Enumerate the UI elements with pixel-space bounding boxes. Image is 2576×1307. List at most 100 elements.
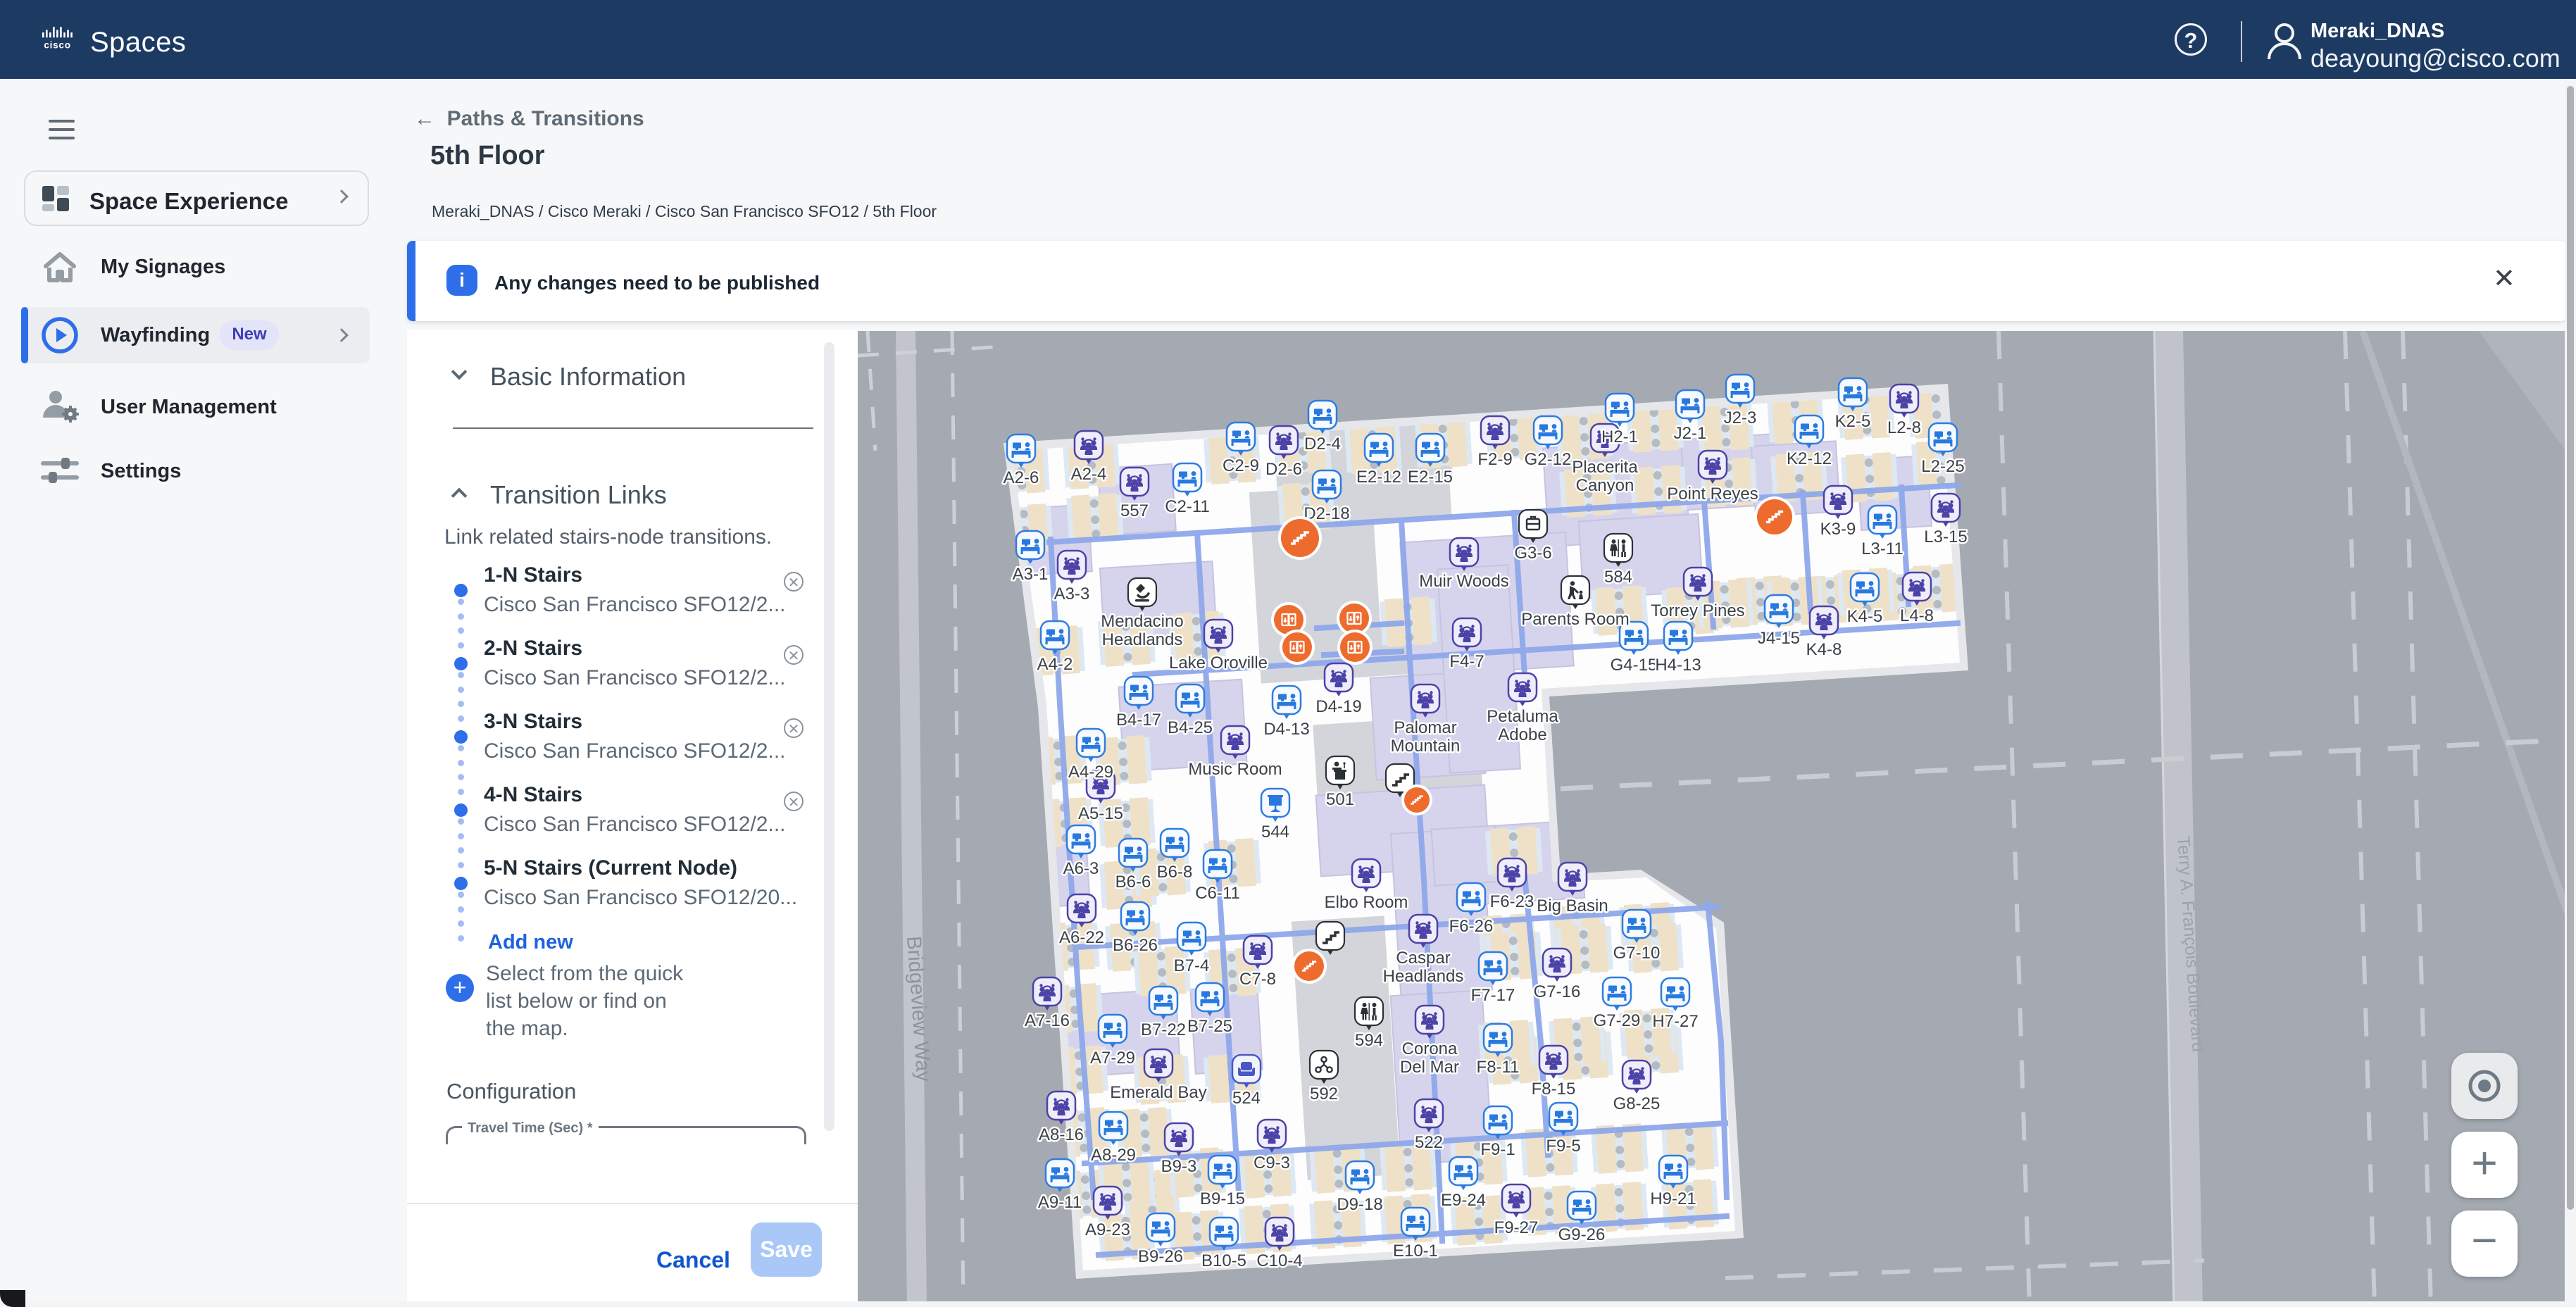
svg-text:C2-11: C2-11 [1165,497,1210,516]
svg-text:B6-8: B6-8 [1157,863,1193,882]
svg-text:A3-3: A3-3 [1054,584,1090,604]
svg-text:B4-25: B4-25 [1168,718,1213,737]
svg-text:K2-12: K2-12 [1787,449,1832,468]
svg-text:G2-12: G2-12 [1525,450,1572,469]
svg-text:K4-5: K4-5 [1847,607,1883,626]
svg-text:Lake Oroville: Lake Oroville [1169,654,1268,673]
svg-text:L3-11: L3-11 [1861,539,1903,558]
svg-text:Mountain: Mountain [1391,737,1461,756]
svg-text:G7-16: G7-16 [1534,982,1581,1001]
svg-text:C7-8: C7-8 [1239,970,1276,989]
svg-text:F8-15: F8-15 [1532,1080,1576,1099]
svg-text:B9-15: B9-15 [1200,1189,1245,1208]
svg-text:Music Room: Music Room [1188,760,1282,779]
svg-text:Headlands: Headlands [1102,630,1183,649]
svg-text:D2-4: D2-4 [1304,434,1341,454]
svg-text:Caspar: Caspar [1396,949,1450,968]
svg-text:D2-6: D2-6 [1265,460,1302,479]
svg-text:E10-1: E10-1 [1393,1242,1438,1261]
svg-text:Palomar: Palomar [1394,718,1456,737]
svg-text:H4-13: H4-13 [1655,656,1701,675]
svg-text:Elbo Room: Elbo Room [1325,893,1408,912]
svg-text:F7-17: F7-17 [1471,986,1515,1005]
svg-text:A8-16: A8-16 [1039,1125,1084,1144]
svg-text:A2-4: A2-4 [1071,465,1107,484]
svg-text:Emerald Bay: Emerald Bay [1110,1083,1206,1102]
svg-text:Headlands: Headlands [1383,967,1464,986]
svg-text:G4-15: G4-15 [1611,656,1658,675]
svg-text:B7-25: B7-25 [1187,1017,1232,1036]
svg-text:B9-3: B9-3 [1161,1157,1197,1176]
svg-text:522: 522 [1415,1133,1443,1152]
svg-text:B10-5: B10-5 [1201,1251,1246,1270]
svg-text:E2-15: E2-15 [1408,468,1453,487]
svg-text:584: 584 [1604,568,1632,587]
svg-text:F2-9: F2-9 [1477,450,1512,469]
svg-text:cisco: cisco [44,39,70,50]
svg-text:L4-8: L4-8 [1900,606,1934,625]
svg-text:L2-8: L2-8 [1887,418,1921,437]
svg-text:Big Basin: Big Basin [1537,896,1608,915]
svg-text:Placerita: Placerita [1572,458,1638,477]
svg-text:H9-21: H9-21 [1650,1189,1696,1208]
svg-text:A6-22: A6-22 [1059,928,1104,947]
svg-text:J4-15: J4-15 [1758,629,1800,648]
svg-text:F6-26: F6-26 [1449,917,1494,936]
svg-text:H2-1: H2-1 [1601,427,1638,446]
svg-text:E2-12: E2-12 [1356,468,1401,487]
svg-text:A7-16: A7-16 [1025,1011,1070,1030]
svg-text:B6-6: B6-6 [1115,873,1151,892]
svg-text:J2-1: J2-1 [1674,424,1707,443]
svg-text:L2-25: L2-25 [1921,457,1964,476]
svg-text:F4-7: F4-7 [1449,652,1484,671]
svg-text:G7-10: G7-10 [1613,944,1661,963]
svg-text:K2-5: K2-5 [1835,412,1871,431]
svg-text:F8-11: F8-11 [1477,1058,1520,1077]
svg-text:544: 544 [1261,823,1289,842]
svg-text:F9-1: F9-1 [1480,1140,1515,1159]
svg-text:E9-24: E9-24 [1441,1191,1486,1210]
svg-text:B7-22: B7-22 [1141,1020,1186,1039]
svg-text:F9-27: F9-27 [1494,1218,1539,1237]
svg-text:F9-5: F9-5 [1546,1137,1580,1156]
svg-text:Point Reyes: Point Reyes [1667,484,1758,504]
svg-text:C9-3: C9-3 [1253,1153,1290,1172]
svg-text:B7-4: B7-4 [1174,956,1210,975]
svg-text:592: 592 [1310,1084,1338,1103]
svg-text:A9-23: A9-23 [1085,1220,1130,1239]
svg-text:A7-29: A7-29 [1090,1049,1135,1068]
svg-text:A2-6: A2-6 [1003,468,1039,487]
svg-text:D4-19: D4-19 [1315,697,1361,716]
svg-text:Petaluma: Petaluma [1487,707,1558,726]
svg-text:Torrey Pines: Torrey Pines [1651,601,1744,620]
svg-text:C2-9: C2-9 [1223,456,1259,475]
svg-text:C6-11: C6-11 [1195,884,1240,903]
svg-text:G8-25: G8-25 [1613,1094,1661,1113]
svg-text:F6-23: F6-23 [1490,892,1534,911]
svg-text:D4-13: D4-13 [1263,720,1309,739]
svg-text:B6-26: B6-26 [1113,936,1158,955]
svg-text:A8-29: A8-29 [1091,1146,1136,1165]
svg-text:Adobe: Adobe [1498,725,1546,744]
svg-text:G3-6: G3-6 [1514,544,1551,563]
svg-text:G9-26: G9-26 [1558,1225,1606,1244]
svg-text:K3-9: K3-9 [1820,520,1856,539]
svg-text:A5-15: A5-15 [1078,804,1123,823]
svg-text:K4-8: K4-8 [1806,640,1842,659]
svg-text:501: 501 [1326,790,1354,809]
svg-text:Muir Woods: Muir Woods [1419,572,1509,591]
svg-text:C10-4: C10-4 [1256,1251,1302,1270]
svg-text:594: 594 [1355,1031,1383,1050]
svg-text:B4-17: B4-17 [1116,711,1161,730]
svg-text:B9-26: B9-26 [1138,1247,1183,1266]
svg-text:H7-27: H7-27 [1652,1012,1698,1031]
svg-text:L3-15: L3-15 [1924,527,1967,546]
svg-text:Corona: Corona [1402,1039,1458,1058]
svg-text:D9-18: D9-18 [1337,1195,1382,1214]
svg-text:Canyon: Canyon [1576,476,1634,495]
svg-text:A4-2: A4-2 [1037,655,1073,674]
svg-text:J2-3: J2-3 [1724,408,1757,427]
svg-text:524: 524 [1232,1089,1261,1108]
svg-text:Mendacino: Mendacino [1101,612,1183,631]
svg-text:A6-3: A6-3 [1063,859,1099,878]
